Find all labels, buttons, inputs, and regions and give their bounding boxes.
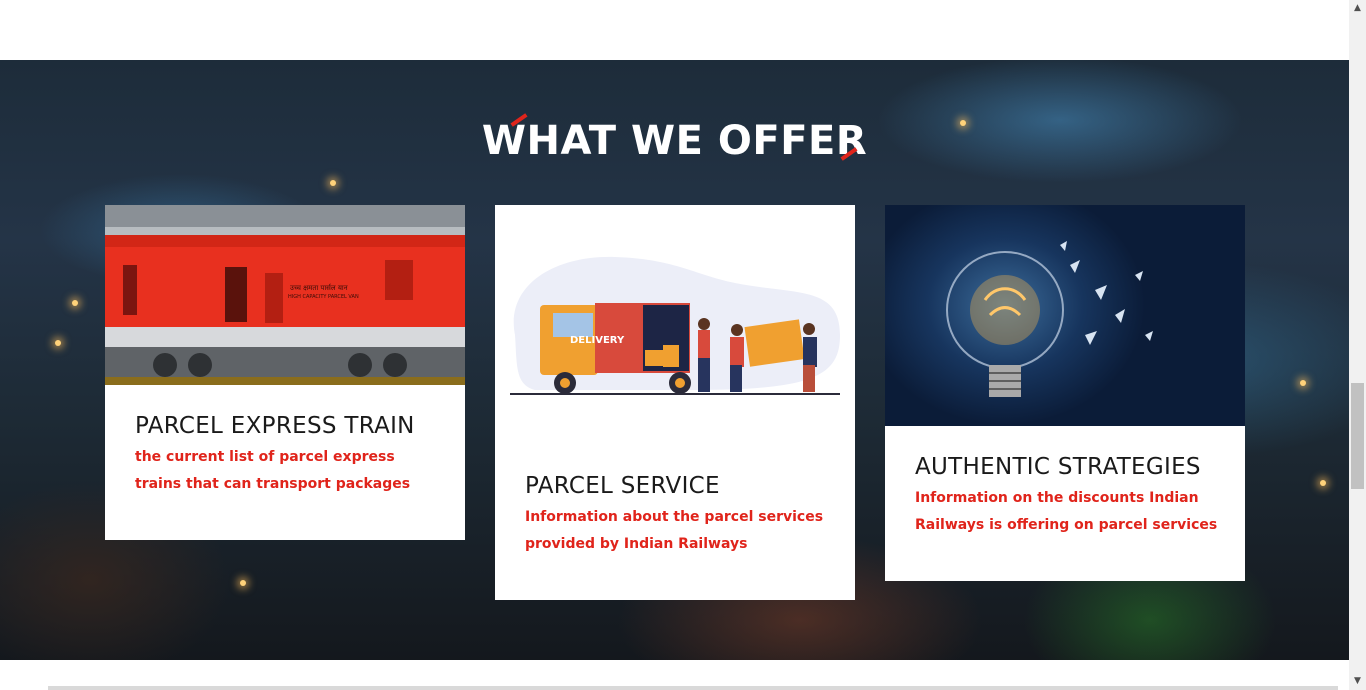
card-description: Information on the discounts Indian Rail… bbox=[915, 490, 1218, 533]
delivery-truck-image: DELIVERY bbox=[495, 205, 855, 435]
scroll-thumb[interactable] bbox=[1351, 383, 1364, 489]
card-title: PARCEL SERVICE bbox=[525, 473, 720, 499]
van-english-label: HIGH CAPACITY PARCEL VAN bbox=[288, 294, 359, 300]
background-light bbox=[1320, 480, 1326, 486]
card-title: AUTHENTIC STRATEGIES bbox=[915, 454, 1201, 480]
section-title: WHAT WE OFFER bbox=[481, 118, 868, 164]
bottom-divider bbox=[48, 686, 1338, 690]
page: WHAT WE OFFER उच्च क्षमता पार्सल यान HIG… bbox=[0, 0, 1366, 690]
scroll-down-arrow-icon[interactable]: ▼ bbox=[1349, 673, 1366, 690]
background-light bbox=[330, 180, 336, 186]
background-light bbox=[1300, 380, 1306, 386]
delivery-truck-illustration: DELIVERY bbox=[510, 256, 840, 395]
card-title: PARCEL EXPRESS TRAIN bbox=[135, 413, 415, 439]
card-description: the current list of parcel express train… bbox=[135, 449, 411, 492]
card-parcel-service[interactable]: DELIVERY PARCEL SERVICE Information abou… bbox=[495, 205, 855, 600]
parcel-van-illustration: उच्च क्षमता पार्सल यान HIGH CAPACITY PAR… bbox=[105, 205, 465, 385]
top-strip bbox=[0, 0, 1349, 60]
scroll-up-arrow-icon[interactable]: ▲ bbox=[1349, 0, 1366, 17]
card-authentic-strategies[interactable]: AUTHENTIC STRATEGIES Information on the … bbox=[885, 205, 1245, 581]
card-description: Information about the parcel services pr… bbox=[525, 509, 824, 552]
what-we-offer-section: WHAT WE OFFER उच्च क्षमता पार्सल यान HIG… bbox=[0, 60, 1349, 660]
card-parcel-express-train[interactable]: उच्च क्षमता पार्सल यान HIGH CAPACITY PAR… bbox=[105, 205, 465, 540]
parcel-van-image: उच्च क्षमता पार्सल यान HIGH CAPACITY PAR… bbox=[105, 205, 465, 385]
light-bulb-image bbox=[885, 205, 1245, 426]
background-light bbox=[55, 340, 61, 346]
exploding-bulb-illustration bbox=[946, 241, 1153, 397]
background-light bbox=[72, 300, 78, 306]
van-hindi-label: उच्च क्षमता पार्सल यान bbox=[290, 283, 348, 292]
page-scrollbar[interactable]: ▲ ▼ bbox=[1349, 0, 1366, 690]
background-light bbox=[240, 580, 246, 586]
delivery-label: DELIVERY bbox=[570, 335, 625, 346]
